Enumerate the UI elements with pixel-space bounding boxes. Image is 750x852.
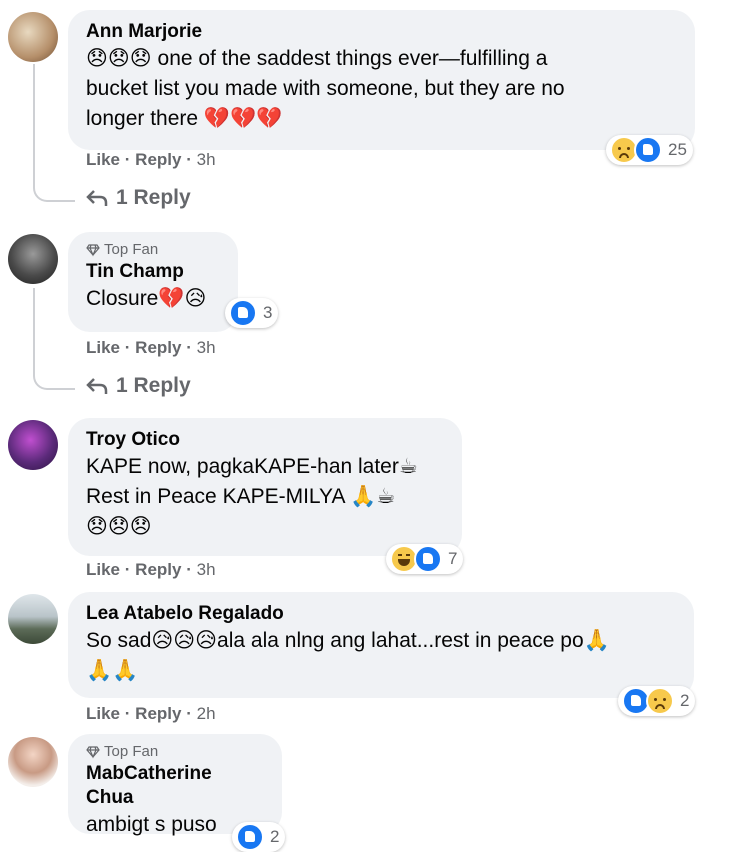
like-link[interactable]: Like — [86, 560, 120, 579]
comment-actions: Like · Reply · 2h — [86, 704, 216, 724]
top-fan-badge: Top Fan — [86, 240, 220, 260]
avatar[interactable] — [8, 594, 58, 644]
comment-text-line: Closure💔😥 — [86, 287, 207, 310]
reply-link[interactable]: Reply — [135, 150, 181, 169]
comment-text-line: longer there 💔💔💔 — [86, 107, 283, 130]
separator: · — [124, 338, 131, 357]
separator: · — [186, 704, 192, 723]
like-reaction-icon — [634, 136, 662, 164]
separator: · — [186, 338, 192, 357]
like-link[interactable]: Like — [86, 704, 120, 723]
replies-label: 1 Reply — [116, 186, 191, 209]
comment-actions: Like · Reply · 3h — [86, 560, 216, 580]
reaction-count: 25 — [668, 140, 687, 159]
comment-text-line: 🙏🙏 — [86, 659, 139, 682]
reply-link[interactable]: Reply — [135, 560, 181, 579]
like-link[interactable]: Like — [86, 338, 120, 357]
top-fan-label: Top Fan — [104, 743, 159, 760]
reaction-count: 2 — [680, 691, 690, 710]
reaction-summary[interactable]: 3 — [225, 298, 279, 328]
separator: · — [124, 560, 131, 579]
like-reaction-icon — [414, 545, 442, 573]
avatar[interactable] — [8, 12, 58, 62]
diamond-icon — [86, 746, 100, 759]
reaction-summary[interactable]: 7 — [386, 544, 464, 574]
separator: · — [124, 704, 131, 723]
comment-text-line: KAPE now, pagkaKAPE-han later☕ — [86, 455, 418, 478]
diamond-icon — [86, 244, 100, 257]
reply-arrow-icon — [86, 378, 108, 394]
reply-arrow-icon — [86, 190, 108, 206]
comment-author[interactable]: Troy Otico — [86, 428, 444, 452]
comment-bubble: Troy Otico KAPE now, pagkaKAPE-han later… — [68, 418, 462, 556]
comment-actions: Like · Reply · 3h — [86, 150, 216, 170]
view-replies-button[interactable]: 1 Reply — [86, 374, 191, 398]
timestamp[interactable]: 3h — [197, 338, 216, 357]
replies-label: 1 Reply — [116, 374, 191, 397]
like-reaction-icon — [229, 299, 257, 327]
separator: · — [186, 560, 192, 579]
reaction-count: 3 — [263, 303, 273, 322]
comment-author[interactable]: MabCatherine Chua — [86, 762, 264, 810]
reaction-summary[interactable]: 25 — [606, 135, 693, 165]
reaction-count: 2 — [270, 827, 280, 846]
comment-bubble: Ann Marjorie 😞😞😞 one of the saddest thin… — [68, 10, 695, 150]
like-link[interactable]: Like — [86, 150, 120, 169]
separator: · — [186, 150, 192, 169]
top-fan-label: Top Fan — [104, 241, 159, 258]
comment-author[interactable]: Lea Atabelo Regalado — [86, 602, 676, 626]
avatar[interactable] — [8, 420, 58, 470]
comment-text-line: Rest in Peace KAPE-MILYA 🙏☕ — [86, 485, 396, 508]
reaction-count: 7 — [448, 549, 458, 568]
view-replies-button[interactable]: 1 Reply — [86, 186, 191, 210]
comment-bubble: Top Fan MabCatherine Chua ambigt s puso — [68, 734, 282, 836]
comment-bubble: Lea Atabelo Regalado So sad😥😥😥ala ala nl… — [68, 592, 694, 698]
timestamp[interactable]: 2h — [197, 704, 216, 723]
sad-reaction-icon — [646, 687, 674, 715]
reaction-summary[interactable]: 2 — [232, 822, 286, 852]
top-fan-badge: Top Fan — [86, 742, 264, 762]
separator: · — [124, 150, 131, 169]
like-reaction-icon — [236, 823, 264, 851]
avatar[interactable] — [8, 737, 58, 787]
reaction-summary[interactable]: 2 — [618, 686, 696, 716]
timestamp[interactable]: 3h — [197, 150, 216, 169]
reply-link[interactable]: Reply — [135, 704, 181, 723]
comment-text-line: 😞😞😞 — [86, 515, 152, 538]
comment-author[interactable]: Tin Champ — [86, 260, 220, 284]
comment-text-line: bucket list you made with someone, but t… — [86, 77, 565, 100]
reply-link[interactable]: Reply — [135, 338, 181, 357]
comment-actions: Like · Reply · 3h — [86, 338, 216, 358]
comment-text-line: So sad😥😥😥ala ala nlng ang lahat...rest i… — [86, 629, 610, 652]
comment-author[interactable]: Ann Marjorie — [86, 20, 677, 44]
comment-bubble: Top Fan Tin Champ Closure💔😥 — [68, 232, 238, 332]
comment-text-line: 😞😞😞 one of the saddest things ever—fulfi… — [86, 47, 548, 70]
avatar[interactable] — [8, 234, 58, 284]
timestamp[interactable]: 3h — [197, 560, 216, 579]
